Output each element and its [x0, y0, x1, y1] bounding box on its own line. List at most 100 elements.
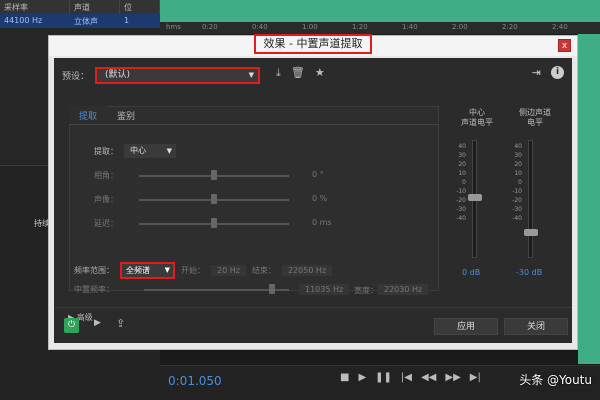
ruler-tick: 1:00 — [302, 23, 318, 31]
end-field[interactable]: 22050 Hz — [281, 265, 333, 276]
close-button[interactable]: 关闭 — [504, 318, 568, 335]
start-field[interactable]: 20 Hz — [211, 265, 246, 276]
rewind-icon[interactable]: ◀◀ — [421, 372, 436, 383]
col-sample-rate[interactable]: 采样率 — [0, 0, 70, 14]
col-channels[interactable]: 声道 — [70, 0, 120, 14]
center-freq-label: 中置频率： — [74, 285, 114, 294]
preset-select[interactable]: (默认) ▼ — [95, 67, 261, 84]
scale-tick: -30 — [512, 206, 522, 213]
scale-tick: -20 — [512, 197, 522, 204]
chevron-down-icon: ▼ — [166, 147, 172, 155]
timeline-ruler[interactable]: hms 0:20 0:40 1:00 1:20 1:40 2:00 2:20 2… — [160, 22, 600, 34]
play-icon[interactable]: ▶ — [94, 318, 101, 328]
files-table-header: 采样率 声道 位 — [0, 0, 160, 14]
side-meter-scale: 40 30 20 10 0 -10 -20 -30 -40 — [508, 142, 522, 223]
side-meter-label: 侧边声道 电平 — [519, 108, 551, 127]
center-freq-slider[interactable] — [144, 289, 289, 291]
skip-end-icon[interactable]: ▶| — [470, 372, 481, 383]
center-freq-field[interactable]: 11035 Hz — [299, 284, 350, 295]
start-label: 开始： — [181, 266, 205, 275]
center-freq-slider-thumb[interactable] — [269, 284, 275, 294]
dialog-title: 效果 - 中置声道提取 — [253, 34, 373, 54]
effect-dialog: 效果 - 中置声道提取 x 预设： (默认) ▼ ⤓ 🗑 ★ ⇥ i 提取 鉴别… — [48, 34, 578, 350]
scale-tick: -20 — [456, 197, 466, 204]
side-meter-knob[interactable] — [524, 229, 538, 236]
freq-range-select[interactable]: 全频谱 ▼ — [120, 262, 175, 279]
frequency-range-row: 频率范围： 全频谱 ▼ 开始： 20 Hz 结束： 22050 Hz — [74, 262, 333, 279]
power-icon[interactable]: ⏻ — [64, 318, 79, 333]
level-meters: 中心 声道电平 侧边声道 电平 40 30 20 10 0 -10 -20 -3… — [452, 106, 564, 296]
extract-label: 提取： — [94, 146, 118, 156]
sound-value: 0 % — [312, 194, 328, 203]
scale-tick: 20 — [514, 161, 522, 168]
skip-start-icon[interactable]: |◀ — [401, 372, 412, 383]
star-icon[interactable]: ★ — [315, 66, 325, 80]
chevron-down-icon: ▼ — [164, 266, 170, 274]
scale-tick: 10 — [458, 170, 466, 177]
scale-tick: 10 — [514, 170, 522, 177]
cell-sample-rate: 44100 Hz — [4, 16, 43, 25]
scale-tick: 40 — [458, 143, 466, 150]
col-bit[interactable]: 位 — [120, 0, 160, 14]
width-field[interactable]: 22030 Hz — [378, 284, 429, 295]
extract-row: 提取： 中心 ▼ — [94, 144, 176, 158]
freq-range-value: 全频谱 — [126, 266, 150, 275]
chevron-down-icon: ▼ — [248, 71, 255, 79]
tab-divider — [69, 124, 439, 125]
waveform-top — [160, 0, 600, 22]
download-icon[interactable]: ⤓ — [276, 66, 281, 80]
info-icon[interactable]: i — [551, 66, 564, 79]
trash-icon[interactable]: 🗑 — [291, 66, 305, 80]
cell-channels: 立体声 — [74, 17, 98, 26]
side-meter-bar — [528, 140, 533, 258]
tab-bar: 提取 鉴别 — [69, 106, 145, 125]
end-label: 结束： — [251, 266, 276, 275]
transport-controls: ■ ▶ ❚❚ |◀ ◀◀ ▶▶ ▶| — [340, 372, 481, 383]
phase-value: 0 ° — [312, 170, 324, 179]
apply-button[interactable]: 应用 — [434, 318, 498, 335]
ruler-unit: hms — [166, 23, 181, 31]
play-icon[interactable]: ▶ — [358, 372, 366, 383]
timecode: 0:01.050 — [168, 374, 222, 388]
scale-tick: -10 — [512, 188, 522, 195]
ruler-tick: 1:40 — [402, 23, 418, 31]
delay-value: 0 ms — [312, 218, 332, 227]
center-meter-label: 中心 声道电平 — [461, 108, 493, 127]
tab-discriminate[interactable]: 鉴别 — [107, 106, 145, 125]
ruler-tick: 0:40 — [252, 23, 268, 31]
watermark: 头条 @Youtu — [519, 373, 592, 387]
scale-tick: 30 — [514, 152, 522, 159]
center-meter-knob[interactable] — [468, 194, 482, 201]
scale-tick: -40 — [456, 215, 466, 222]
ruler-tick: 1:20 — [352, 23, 368, 31]
ruler-tick: 2:20 — [502, 23, 518, 31]
ruler-tick: 2:40 — [552, 23, 568, 31]
ruler-tick: 2:00 — [452, 23, 468, 31]
tab-extract[interactable]: 提取 — [69, 106, 108, 125]
cell-bit: 1 — [124, 16, 130, 25]
extract-select[interactable]: 中心 ▼ — [124, 144, 176, 158]
table-row[interactable]: 44100 Hz 立体声 1 — [0, 14, 160, 28]
freq-range-label: 频率范围： — [74, 266, 114, 275]
scale-tick: 0 — [518, 179, 522, 186]
scale-tick: -10 — [456, 188, 466, 195]
stop-icon[interactable]: ■ — [340, 372, 349, 383]
extract-value: 中心 — [130, 146, 146, 155]
scale-tick: 30 — [458, 152, 466, 159]
close-icon[interactable]: x — [558, 39, 571, 52]
routing-icon[interactable]: ⇥ — [532, 66, 541, 79]
sound-slider-thumb[interactable] — [211, 194, 217, 204]
scale-tick: -30 — [456, 206, 466, 213]
side-meter-value: -30 dB — [516, 268, 543, 277]
width-label: 宽度： — [354, 286, 378, 295]
sound-label: 声像： — [94, 195, 118, 204]
dialog-body: 预设： (默认) ▼ ⤓ 🗑 ★ ⇥ i 提取 鉴别 提取： 中心 ▼ 相角： … — [54, 58, 572, 343]
fast-forward-icon[interactable]: ▶▶ — [445, 372, 460, 383]
phase-slider-thumb[interactable] — [211, 170, 217, 180]
export-icon[interactable]: ⇪ — [116, 317, 125, 330]
phase-label: 相角： — [94, 171, 118, 180]
pause-icon[interactable]: ❚❚ — [375, 372, 392, 383]
dialog-titlebar[interactable]: 效果 - 中置声道提取 x — [49, 34, 577, 56]
preset-label: 预设： — [62, 72, 90, 82]
delay-slider-thumb[interactable] — [211, 218, 217, 228]
